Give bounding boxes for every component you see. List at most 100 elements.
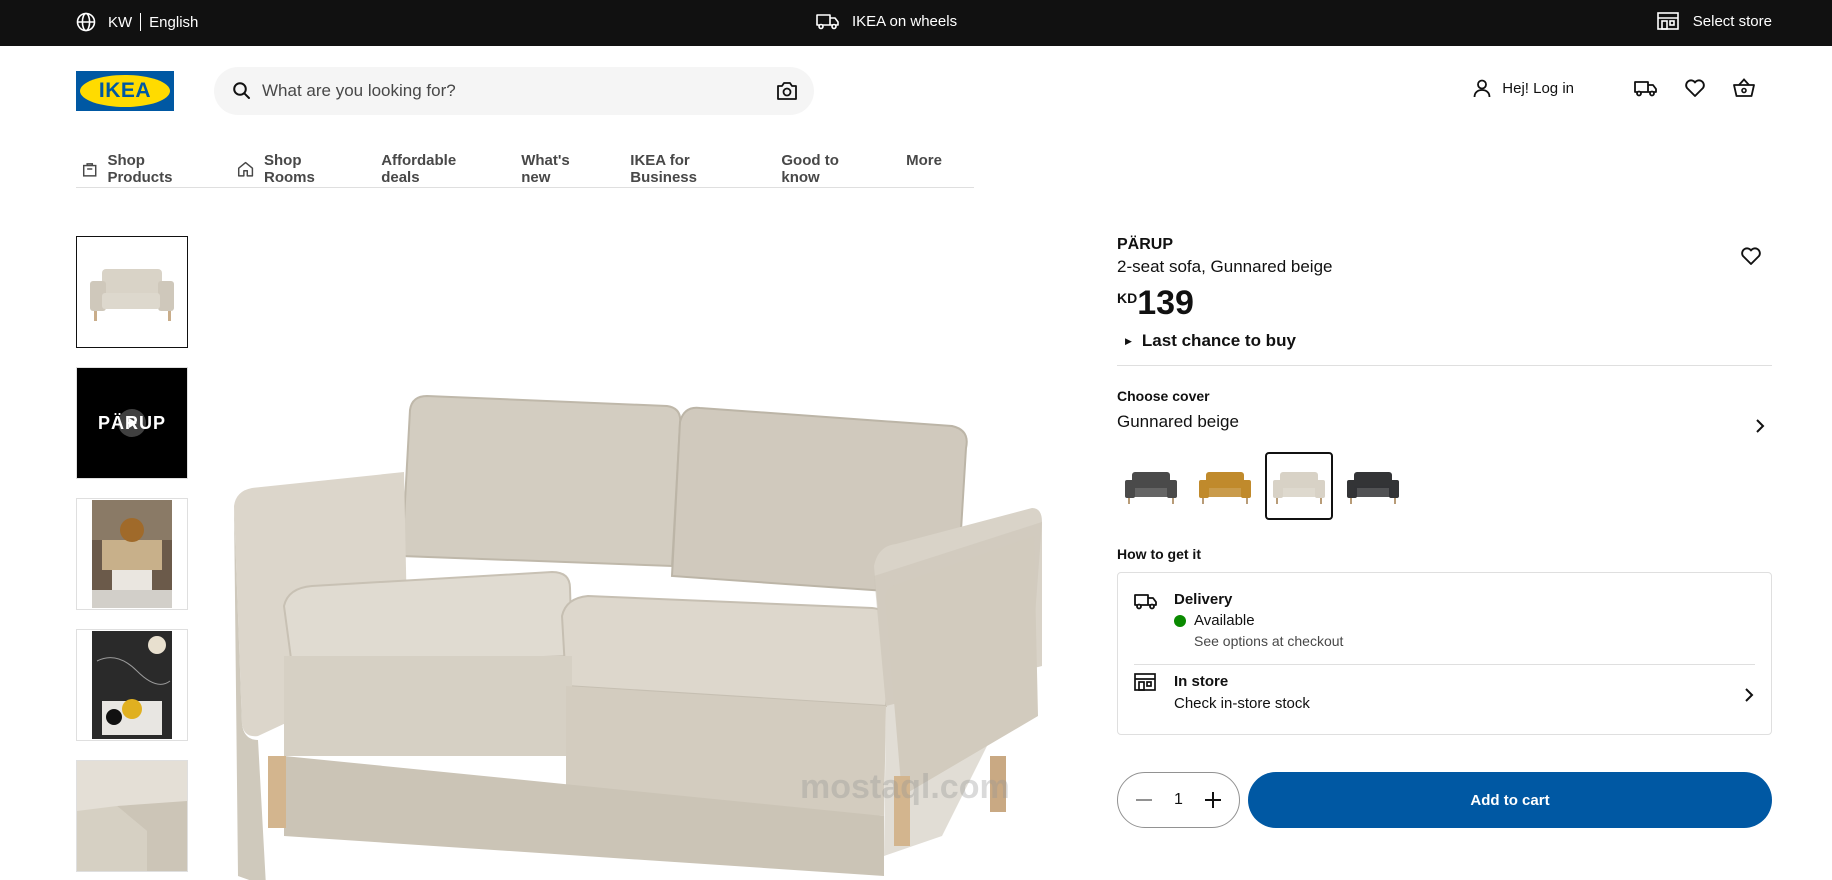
buy-row: 1 Add to cart <box>1117 772 1772 828</box>
nav-whats-new[interactable]: What's new <box>515 152 592 186</box>
language-label: English <box>149 13 199 31</box>
in-store-info: In store Check in-store stock <box>1174 673 1310 712</box>
logo-text: IKEA <box>98 79 152 102</box>
last-chance-label: Last chance to buy <box>1141 331 1296 350</box>
product-name: PÄRUP <box>1117 236 1174 253</box>
nav-label: Shop Products <box>107 152 173 186</box>
cover-swatch[interactable] <box>1117 452 1185 520</box>
play-icon <box>118 409 146 437</box>
promo-link[interactable]: IKEA on wheels <box>816 12 957 30</box>
search-icon[interactable] <box>232 81 252 101</box>
cover-swatch[interactable] <box>1339 452 1407 520</box>
select-store-label: Select store <box>1692 12 1772 30</box>
thumbnail-sofa-front[interactable] <box>76 236 188 348</box>
delivery-truck-icon[interactable] <box>1634 78 1658 98</box>
sofa-thumbnail-image <box>90 269 174 321</box>
cushions-photo-image <box>92 631 172 739</box>
nav-label: Good to know <box>781 152 839 186</box>
country-code: KW <box>108 13 133 31</box>
login-label: Hej! Log in <box>1502 79 1574 97</box>
cart-basket-icon[interactable] <box>1732 78 1756 98</box>
chevron-right-icon <box>1743 687 1755 708</box>
decrease-quantity-button[interactable] <box>1132 788 1156 812</box>
product-panel: PÄRUP 2-seat sofa, Gunnared beige KD 139… <box>1117 236 1772 828</box>
quantity-value: 1 <box>1174 791 1183 808</box>
availability-box: Delivery Available See options at checko… <box>1117 572 1772 735</box>
nav-more[interactable]: More <box>900 152 942 169</box>
available-dot-icon <box>1174 614 1186 627</box>
add-to-cart-button[interactable]: Add to cart <box>1248 772 1772 828</box>
cover-swatch[interactable] <box>1191 452 1259 520</box>
locale-divider <box>140 13 142 31</box>
delivery-row[interactable]: Delivery Available See options at checko… <box>1134 591 1755 665</box>
truck-icon <box>816 14 839 30</box>
nav-affordable-deals[interactable]: Affordable deals <box>375 152 483 186</box>
delivery-title: Delivery <box>1174 591 1233 608</box>
search-input[interactable] <box>262 67 742 115</box>
delivery-note: See options at checkout <box>1194 633 1344 649</box>
delivery-info: Delivery Available See options at checko… <box>1174 591 1343 649</box>
lifestyle-photo-image <box>92 500 172 608</box>
store-icon <box>1656 12 1679 30</box>
login-link[interactable]: Hej! Log in <box>1472 78 1574 98</box>
header-actions: Hej! Log in <box>1472 78 1756 98</box>
plus-icon <box>1205 792 1221 808</box>
price-amount: 139 <box>1137 284 1194 322</box>
favorite-heart-icon[interactable] <box>1740 246 1762 271</box>
increase-quantity-button[interactable] <box>1201 788 1225 812</box>
thumbnail-list: PÄRUP <box>76 236 188 880</box>
nav-label: More <box>906 152 942 169</box>
thumbnail-video[interactable]: PÄRUP <box>76 367 188 479</box>
sofa-swatch-image <box>1347 472 1399 504</box>
nav-shop-rooms[interactable]: Shop Rooms <box>231 152 343 186</box>
select-store-link[interactable]: Select store <box>1656 12 1772 30</box>
nav-ikea-for-business[interactable]: IKEA for Business <box>624 152 743 186</box>
sofa-swatch-image <box>1273 472 1325 504</box>
last-chance-toggle[interactable]: ▶ Last chance to buy <box>1117 331 1772 351</box>
quantity-stepper[interactable]: 1 <box>1117 772 1240 828</box>
in-store-row[interactable]: In store Check in-store stock <box>1134 673 1755 723</box>
store-icon <box>1134 673 1156 696</box>
delivery-status: Available <box>1174 612 1343 629</box>
how-to-get-it-heading: How to get it <box>1117 546 1201 562</box>
choose-cover-label: Choose cover <box>1117 388 1210 404</box>
logo-oval: IKEA <box>80 75 170 107</box>
product-description: 2-seat sofa, Gunnared beige <box>1117 257 1333 276</box>
camera-icon[interactable] <box>776 81 798 101</box>
product-price: KD 139 <box>1117 285 1772 321</box>
home-icon <box>237 161 254 177</box>
main-nav: Shop Products Shop Rooms Affordable deal… <box>76 152 974 188</box>
choose-cover-section[interactable]: Choose cover Gunnared beige <box>1117 388 1772 433</box>
armrest-detail-image <box>77 761 187 871</box>
divider <box>1117 365 1772 366</box>
thumbnail-lifestyle-cushions[interactable] <box>76 629 188 741</box>
shopping-bag-icon <box>82 163 97 177</box>
in-store-title: In store <box>1174 673 1229 690</box>
locale-selector[interactable]: KW English <box>76 12 198 32</box>
nav-shop-products[interactable]: Shop Products <box>76 152 199 186</box>
nav-label: Shop Rooms <box>264 152 315 186</box>
in-store-subtitle: Check in-store stock <box>1174 695 1310 712</box>
delivery-status-label: Available <box>1194 612 1255 629</box>
top-bar: KW English IKEA on wheels Select store <box>0 0 1832 46</box>
wishlist-heart-icon[interactable] <box>1684 78 1706 98</box>
delivery-truck-icon <box>1134 591 1158 616</box>
nav-label: Affordable deals <box>381 152 457 186</box>
cover-value: Gunnared beige <box>1117 412 1239 431</box>
promo-label: IKEA on wheels <box>852 12 958 30</box>
minus-icon <box>1136 799 1152 801</box>
thumbnail-lifestyle-living-room[interactable] <box>76 498 188 610</box>
nav-good-to-know[interactable]: Good to know <box>775 152 868 186</box>
chevron-right-icon <box>1754 418 1766 439</box>
price-currency: KD <box>1117 290 1138 306</box>
user-icon <box>1473 79 1491 98</box>
ikea-logo[interactable]: IKEA <box>76 71 174 111</box>
sofa-swatch-image <box>1125 472 1177 504</box>
sofa-swatch-image <box>1199 472 1251 504</box>
thumbnail-armrest-detail[interactable] <box>76 760 188 872</box>
caret-right-icon: ▶ <box>1125 335 1132 346</box>
watermark-text: mostaql.com <box>800 768 1010 806</box>
globe-icon <box>76 12 96 32</box>
nav-label: IKEA for Business <box>630 152 697 186</box>
cover-swatch[interactable] <box>1265 452 1333 520</box>
